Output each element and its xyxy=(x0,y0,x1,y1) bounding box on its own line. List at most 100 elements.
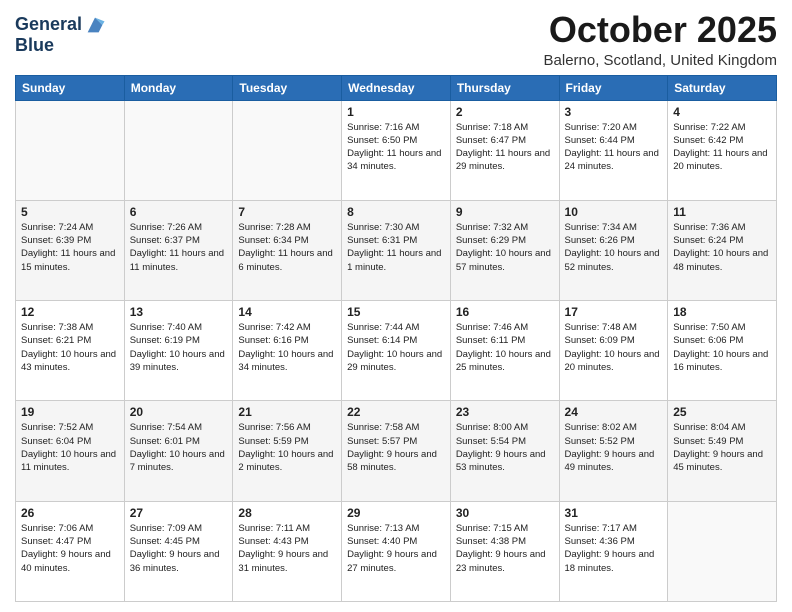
day-number: 12 xyxy=(21,305,119,319)
day-info: Sunrise: 8:04 AMSunset: 5:49 PMDaylight:… xyxy=(673,421,771,474)
table-row: 11Sunrise: 7:36 AMSunset: 6:24 PMDayligh… xyxy=(668,200,777,300)
page: General Blue October 2025 Balerno, Scotl… xyxy=(0,0,792,612)
table-row: 2 Sunrise: 7:18 AMSunset: 6:47 PMDaylight… xyxy=(450,100,559,200)
day-info: Sunrise: 7:32 AMSunset: 6:29 PMDaylight:… xyxy=(456,221,554,274)
day-number: 16 xyxy=(456,305,554,319)
day-number: 17 xyxy=(565,305,663,319)
table-row: 17 Sunrise: 7:48 AMSunset: 6:09 PMDayligh… xyxy=(559,301,668,401)
table-row xyxy=(16,100,125,200)
day-info: Sunrise: 7:20 AMSunset: 6:44 PMDaylight:… xyxy=(565,121,663,174)
day-info: Sunrise: 7:18 AMSunset: 6:47 PMDaylight:… xyxy=(456,121,554,174)
table-row: 9 Sunrise: 7:32 AMSunset: 6:29 PMDaylight… xyxy=(450,200,559,300)
logo-text-line2: Blue xyxy=(15,36,106,56)
day-number: 13 xyxy=(130,305,228,319)
day-number: 9 xyxy=(456,205,554,219)
day-number: 22 xyxy=(347,405,445,419)
table-row: 25 Sunrise: 8:04 AMSunset: 5:49 PMDayligh… xyxy=(668,401,777,501)
day-number: 6 xyxy=(130,205,228,219)
header-thursday: Thursday xyxy=(450,75,559,100)
day-info: Sunrise: 7:58 AMSunset: 5:57 PMDaylight:… xyxy=(347,421,445,474)
table-row: 1 Sunrise: 7:16 AMSunset: 6:50 PMDaylight… xyxy=(342,100,451,200)
table-row: 18Sunrise: 7:50 AMSunset: 6:06 PMDayligh… xyxy=(668,301,777,401)
header-friday: Friday xyxy=(559,75,668,100)
day-number: 11 xyxy=(673,205,771,219)
table-row: 4 Sunrise: 7:22 AMSunset: 6:42 PMDaylight… xyxy=(668,100,777,200)
day-info: Sunrise: 8:02 AMSunset: 5:52 PMDaylight:… xyxy=(565,421,663,474)
day-info: Sunrise: 7:46 AMSunset: 6:11 PMDaylight:… xyxy=(456,321,554,374)
table-row: 23 Sunrise: 8:00 AMSunset: 5:54 PMDayligh… xyxy=(450,401,559,501)
day-number: 23 xyxy=(456,405,554,419)
day-number: 5 xyxy=(21,205,119,219)
day-info: Sunrise: 7:09 AMSunset: 4:45 PMDaylight:… xyxy=(130,522,228,575)
day-number: 10 xyxy=(565,205,663,219)
day-number: 15 xyxy=(347,305,445,319)
day-info: Sunrise: 7:16 AMSunset: 6:50 PMDaylight:… xyxy=(347,121,445,174)
table-row: 26Sunrise: 7:06 AMSunset: 4:47 PMDayligh… xyxy=(16,501,125,601)
day-number: 25 xyxy=(673,405,771,419)
table-row: 24Sunrise: 8:02 AMSunset: 5:52 PMDayligh… xyxy=(559,401,668,501)
day-info: Sunrise: 7:44 AMSunset: 6:14 PMDaylight:… xyxy=(347,321,445,374)
day-info: Sunrise: 7:24 AMSunset: 6:39 PMDaylight:… xyxy=(21,221,119,274)
day-info: Sunrise: 7:56 AMSunset: 5:59 PMDaylight:… xyxy=(238,421,336,474)
day-number: 31 xyxy=(565,506,663,520)
day-number: 28 xyxy=(238,506,336,520)
table-row: 22 Sunrise: 7:58 AMSunset: 5:57 PMDayligh… xyxy=(342,401,451,501)
day-number: 27 xyxy=(130,506,228,520)
calendar-week-row: 26Sunrise: 7:06 AMSunset: 4:47 PMDayligh… xyxy=(16,501,777,601)
table-row: 3 Sunrise: 7:20 AMSunset: 6:44 PMDaylight… xyxy=(559,100,668,200)
day-info: Sunrise: 7:40 AMSunset: 6:19 PMDaylight:… xyxy=(130,321,228,374)
day-info: Sunrise: 7:54 AMSunset: 6:01 PMDaylight:… xyxy=(130,421,228,474)
header-sunday: Sunday xyxy=(16,75,125,100)
table-row: 29 Sunrise: 7:13 AMSunset: 4:40 PMDayligh… xyxy=(342,501,451,601)
day-number: 21 xyxy=(238,405,336,419)
month-title: October 2025 xyxy=(544,10,777,50)
day-info: Sunrise: 7:38 AMSunset: 6:21 PMDaylight:… xyxy=(21,321,119,374)
day-info: Sunrise: 7:06 AMSunset: 4:47 PMDaylight:… xyxy=(21,522,119,575)
header-tuesday: Tuesday xyxy=(233,75,342,100)
calendar-table: Sunday Monday Tuesday Wednesday Thursday… xyxy=(15,75,777,602)
table-row: 16 Sunrise: 7:46 AMSunset: 6:11 PMDayligh… xyxy=(450,301,559,401)
day-number: 19 xyxy=(21,405,119,419)
day-info: Sunrise: 7:22 AMSunset: 6:42 PMDaylight:… xyxy=(673,121,771,174)
day-info: Sunrise: 7:52 AMSunset: 6:04 PMDaylight:… xyxy=(21,421,119,474)
table-row xyxy=(124,100,233,200)
table-row: 10 Sunrise: 7:34 AMSunset: 6:26 PMDayligh… xyxy=(559,200,668,300)
day-number: 3 xyxy=(565,105,663,119)
logo-text-line1: General xyxy=(15,15,82,35)
header-monday: Monday xyxy=(124,75,233,100)
table-row: 7Sunrise: 7:28 AMSunset: 6:34 PMDaylight… xyxy=(233,200,342,300)
table-row: 5 Sunrise: 7:24 AMSunset: 6:39 PMDaylight… xyxy=(16,200,125,300)
title-block: October 2025 Balerno, Scotland, United K… xyxy=(544,10,777,69)
day-info: Sunrise: 7:28 AMSunset: 6:34 PMDaylight:… xyxy=(238,221,336,274)
header: General Blue October 2025 Balerno, Scotl… xyxy=(15,10,777,69)
table-row: 27 Sunrise: 7:09 AMSunset: 4:45 PMDayligh… xyxy=(124,501,233,601)
day-info: Sunrise: 7:48 AMSunset: 6:09 PMDaylight:… xyxy=(565,321,663,374)
day-number: 8 xyxy=(347,205,445,219)
day-number: 18 xyxy=(673,305,771,319)
day-info: Sunrise: 7:15 AMSunset: 4:38 PMDaylight:… xyxy=(456,522,554,575)
day-info: Sunrise: 8:00 AMSunset: 5:54 PMDaylight:… xyxy=(456,421,554,474)
day-number: 1 xyxy=(347,105,445,119)
day-info: Sunrise: 7:42 AMSunset: 6:16 PMDaylight:… xyxy=(238,321,336,374)
calendar-week-row: 5 Sunrise: 7:24 AMSunset: 6:39 PMDaylight… xyxy=(16,200,777,300)
table-row: 21 Sunrise: 7:56 AMSunset: 5:59 PMDayligh… xyxy=(233,401,342,501)
day-info: Sunrise: 7:26 AMSunset: 6:37 PMDaylight:… xyxy=(130,221,228,274)
calendar-week-row: 1 Sunrise: 7:16 AMSunset: 6:50 PMDaylight… xyxy=(16,100,777,200)
day-number: 20 xyxy=(130,405,228,419)
logo-icon xyxy=(84,14,106,36)
location: Balerno, Scotland, United Kingdom xyxy=(544,52,777,69)
day-info: Sunrise: 7:30 AMSunset: 6:31 PMDaylight:… xyxy=(347,221,445,274)
day-number: 2 xyxy=(456,105,554,119)
calendar-week-row: 12 Sunrise: 7:38 AMSunset: 6:21 PMDayligh… xyxy=(16,301,777,401)
table-row: 20 Sunrise: 7:54 AMSunset: 6:01 PMDayligh… xyxy=(124,401,233,501)
table-row: 12 Sunrise: 7:38 AMSunset: 6:21 PMDayligh… xyxy=(16,301,125,401)
day-number: 30 xyxy=(456,506,554,520)
day-info: Sunrise: 7:34 AMSunset: 6:26 PMDaylight:… xyxy=(565,221,663,274)
day-number: 4 xyxy=(673,105,771,119)
logo: General Blue xyxy=(15,14,106,56)
table-row: 28Sunrise: 7:11 AMSunset: 4:43 PMDayligh… xyxy=(233,501,342,601)
day-number: 14 xyxy=(238,305,336,319)
header-saturday: Saturday xyxy=(668,75,777,100)
day-info: Sunrise: 7:13 AMSunset: 4:40 PMDaylight:… xyxy=(347,522,445,575)
day-number: 29 xyxy=(347,506,445,520)
